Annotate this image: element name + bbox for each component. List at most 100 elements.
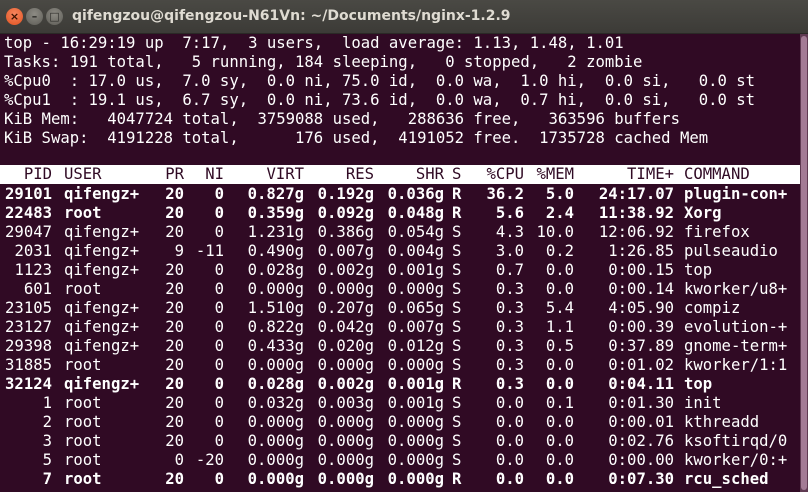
pid-cell: 29101	[5, 185, 52, 203]
virt-column-header: VIRT	[266, 165, 304, 183]
shr-cell: 0.000g	[387, 356, 444, 374]
mem-cell: 0.0	[545, 470, 574, 488]
ni-cell: 0	[214, 470, 224, 488]
user-cell: root	[64, 356, 102, 374]
ni-cell: 0	[214, 299, 224, 317]
pid-cell: 3	[42, 432, 52, 450]
close-button[interactable]: ×	[6, 8, 23, 25]
mem-column-header: %MEM	[536, 165, 574, 183]
time-cell: 11:38.92	[598, 204, 674, 222]
process-row: 2031 qifengz+ 9 -11 0.490g 0.007g 0.004g S 3.0 0.…	[0, 242, 800, 261]
command-cell: evolution-+	[684, 318, 788, 336]
res-cell: 0.000g	[317, 280, 374, 298]
summary-cpu0: %Cpu0 : 17.0 us, 7.0 sy, 0.0 ni, 75.0 id…	[4, 72, 756, 90]
pid-cell: 7	[42, 470, 52, 488]
pid-cell: 2	[42, 413, 52, 431]
user-cell: qifengz+	[64, 242, 140, 260]
ni-cell: 0	[214, 185, 224, 203]
process-row: 1123 qifengz+ 20 0 0.028g 0.002g 0.001g S 0.7 0.0…	[0, 261, 800, 280]
res-cell: 0.000g	[317, 432, 374, 450]
cpu-cell: 3.0	[495, 242, 524, 260]
shr-cell: 0.065g	[387, 299, 444, 317]
ni-cell: -11	[195, 242, 224, 260]
res-cell: 0.000g	[317, 413, 374, 431]
res-cell: 0.000g	[317, 356, 374, 374]
user-cell: root	[64, 451, 102, 469]
process-row: 29398 qifengz+ 20 0 0.433g 0.020g 0.012g S 0.3 0.…	[0, 337, 800, 356]
pr-cell: 9	[174, 242, 184, 260]
time-cell: 0:02.76	[608, 432, 674, 450]
virt-cell: 0.000g	[247, 356, 304, 374]
scrollbar[interactable]	[800, 34, 808, 492]
pid-cell: 601	[23, 280, 52, 298]
virt-cell: 0.000g	[247, 451, 304, 469]
virt-cell: 0.490g	[247, 242, 304, 260]
command-cell: rcu_sched	[684, 470, 769, 488]
command-column-header: COMMAND	[684, 165, 750, 183]
summary-cpu1: %Cpu1 : 19.1 us, 6.7 sy, 0.0 ni, 73.6 id…	[4, 91, 756, 109]
time-cell: 0:04.11	[608, 375, 674, 393]
summary-mem: KiB Mem: 4047724 total, 3759088 used, 28…	[4, 110, 680, 128]
process-row: 1 root 20 0 0.032g 0.003g 0.001g S 0.0 0.1 0:01.30…	[0, 394, 800, 413]
pr-cell: 20	[165, 204, 184, 222]
cpu-cell: 5.6	[495, 204, 524, 222]
mem-cell: 10.0	[536, 223, 574, 241]
ni-cell: -20	[195, 451, 224, 469]
scrollbar-thumb[interactable]	[801, 36, 807, 490]
mem-cell: 0.1	[545, 394, 574, 412]
pid-cell: 32124	[5, 375, 52, 393]
state-cell: S	[452, 318, 462, 336]
pid-cell: 31885	[5, 356, 52, 374]
shr-cell: 0.012g	[387, 337, 444, 355]
ni-cell: 0	[214, 280, 224, 298]
process-table-header: PID USER PR NI VIRT RES SHR S %CPU %MEM TIME+ COMMA…	[0, 165, 800, 184]
command-cell: pulseaudio	[684, 242, 778, 260]
process-row: 29101 qifengz+ 20 0 0.827g 0.192g 0.036g R 36.2 5…	[0, 185, 800, 204]
ni-cell: 0	[214, 413, 224, 431]
process-row: 3 root 20 0 0.000g 0.000g 0.000g S 0.0 0.0 0:02.76…	[0, 432, 800, 451]
maximize-button[interactable]: □	[46, 8, 63, 25]
state-cell: S	[452, 394, 462, 412]
state-cell: R	[452, 375, 462, 393]
user-cell: qifengz+	[64, 375, 140, 393]
state-cell: S	[452, 223, 462, 241]
res-column-header: RES	[345, 165, 374, 183]
pr-cell: 20	[165, 356, 184, 374]
ni-cell: 0	[214, 337, 224, 355]
pr-cell: 20	[165, 375, 184, 393]
user-cell: qifengz+	[64, 337, 140, 355]
process-row: 601 root 20 0 0.000g 0.000g 0.000g S 0.3 0.0 0:00.…	[0, 280, 800, 299]
cpu-cell: 0.0	[495, 451, 524, 469]
terminal-content[interactable]: top - 16:29:19 up 7:17, 3 users, load av…	[0, 34, 800, 492]
pr-cell: 20	[165, 261, 184, 279]
pr-column-header: PR	[165, 165, 184, 183]
res-cell: 0.000g	[317, 451, 374, 469]
cpu-cell: 0.7	[495, 261, 524, 279]
pid-cell: 23127	[5, 318, 52, 336]
cpu-cell: 0.0	[495, 470, 524, 488]
virt-cell: 0.032g	[247, 394, 304, 412]
user-cell: root	[64, 394, 102, 412]
pr-cell: 20	[165, 337, 184, 355]
state-column-header: S	[452, 165, 462, 183]
virt-cell: 0.433g	[247, 337, 304, 355]
process-row: 5 root 0 -20 0.000g 0.000g 0.000g S 0.0 0.0 0:00.0…	[0, 451, 800, 470]
res-cell: 0.002g	[317, 375, 374, 393]
cpu-cell: 0.3	[495, 356, 524, 374]
pid-cell: 5	[42, 451, 52, 469]
minimize-button[interactable]: –	[26, 8, 43, 25]
state-cell: S	[452, 451, 462, 469]
cpu-cell: 0.3	[495, 299, 524, 317]
command-cell: Xorg	[684, 204, 722, 222]
shr-cell: 0.000g	[387, 413, 444, 431]
virt-cell: 0.028g	[247, 375, 304, 393]
res-cell: 0.042g	[317, 318, 374, 336]
cpu-cell: 36.2	[486, 185, 524, 203]
command-cell: top	[684, 261, 713, 279]
state-cell: S	[452, 356, 462, 374]
command-cell: ksoftirqd/0	[684, 432, 788, 450]
cpu-cell: 0.0	[495, 413, 524, 431]
pr-cell: 20	[165, 413, 184, 431]
ni-cell: 0	[214, 223, 224, 241]
pid-cell: 2031	[14, 242, 52, 260]
